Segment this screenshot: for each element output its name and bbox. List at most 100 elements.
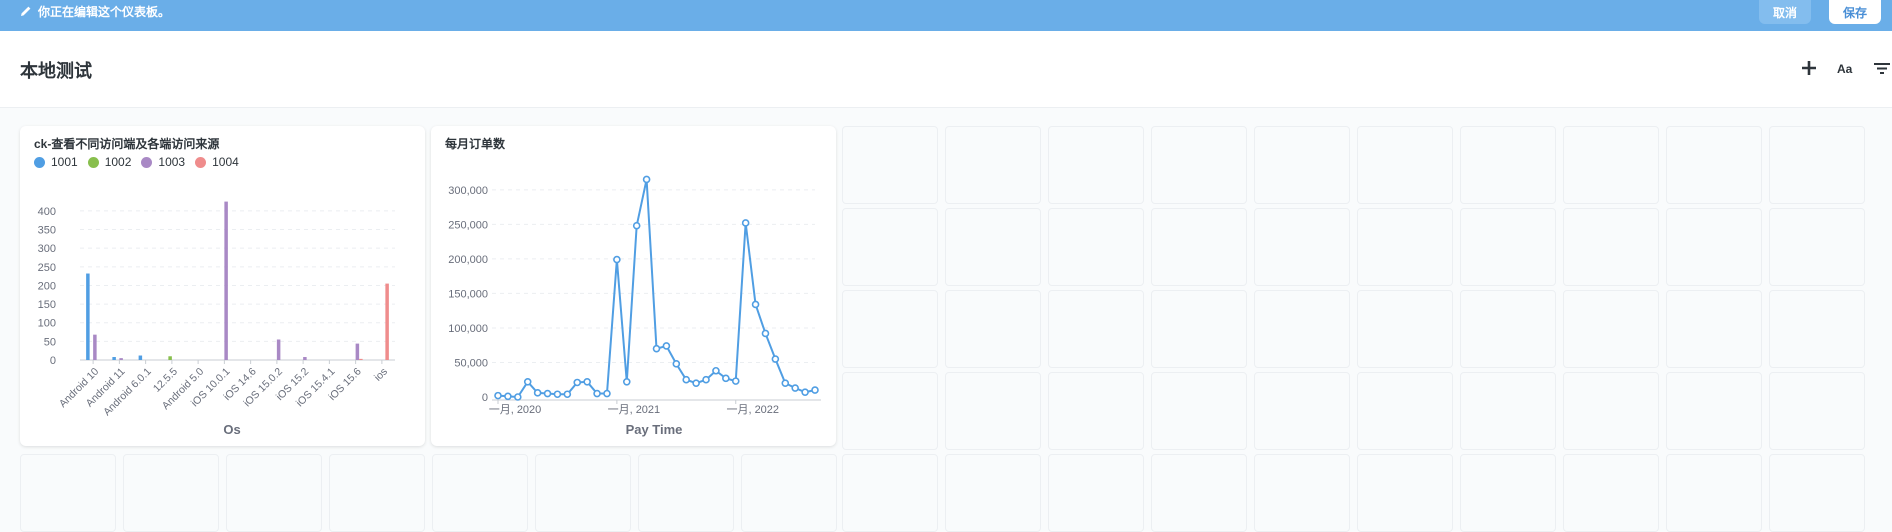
y-tick-label: 0 [50,355,56,367]
data-point [652,344,661,353]
x-axis-label: Pay Time [626,422,683,437]
grid-cell [1769,372,1865,450]
data-point [771,355,780,363]
grid-cell [1357,126,1453,204]
grid-cell [1666,126,1762,204]
data-point [543,389,552,398]
grid-cell [1460,126,1556,204]
grid-cell [1151,290,1247,368]
grid-cell [945,372,1041,450]
bar [276,339,281,360]
grid-cell [329,454,425,532]
edit-mode-text: 你正在编辑这个仪表板。 [38,4,171,19]
x-tick-label: 一月, 2022 [726,404,779,416]
grid-cell [1460,454,1556,532]
grid-cell [1357,290,1453,368]
y-tick-label: 350 [38,225,56,237]
page-title: 本地测试 [20,61,92,81]
data-point [692,379,700,387]
bar [303,357,307,360]
data-point [533,389,542,397]
plus-icon[interactable] [1801,60,1817,76]
data-point [553,390,562,399]
grid-cell [945,290,1041,368]
bar [86,273,90,360]
data-point [731,377,740,385]
x-tick-label: ios [372,366,390,384]
grid-cell [432,454,528,532]
question-card-os[interactable]: ck-查看不同访问端及各端访问来源 1001 1002 1003 1004 Os… [20,126,425,446]
grid-cell [1357,372,1453,450]
y-tick-label: 50,000 [454,357,488,369]
data-point [712,366,720,375]
grid-cell [1666,372,1762,450]
grid-cell [1769,290,1865,368]
grid-cell [1666,208,1762,286]
grid-cell [1151,126,1247,204]
y-tick-label: 300 [38,243,56,255]
y-tick-label: 250 [38,262,56,274]
grid-cell [1357,208,1453,286]
grid-cell [1151,454,1247,532]
bar [138,355,143,360]
grid-cell [1254,290,1350,368]
grid-cell [1563,290,1659,368]
y-tick-label: 250,000 [448,219,488,231]
grid-cell [20,454,116,532]
save-button[interactable]: 保存 [1829,0,1881,24]
grid-cell [1048,208,1144,286]
grid-cell [842,126,938,204]
grid-cell [535,454,631,532]
y-tick-label: 100 [38,318,56,330]
pencil-icon [21,6,31,16]
grid-cell [1769,454,1865,532]
bar [359,358,363,360]
bar [355,343,360,360]
data-point [494,391,502,400]
bar [168,356,172,360]
grid-cell [1563,454,1659,532]
grid-cell [1048,454,1144,532]
bar [93,334,97,360]
data-point [761,329,770,338]
grid-cell [842,454,938,532]
grid-cell [1254,372,1350,450]
grid-cell [1769,126,1865,204]
series-line [497,179,816,399]
data-point [603,389,611,398]
y-tick-label: 150 [38,299,56,311]
data-point [573,378,582,387]
cancel-button[interactable]: 取消 [1759,0,1811,24]
x-axis-label: Os [223,422,240,437]
grid-cell [1666,454,1762,532]
filter-icon[interactable] [1874,62,1890,75]
grid-cell [945,454,1041,532]
text-icon[interactable]: Aa [1837,62,1852,76]
grid-cell [1460,290,1556,368]
grid-cell [945,126,1041,204]
data-point [791,384,799,392]
bar [112,357,116,360]
grid-cell [1254,126,1350,204]
data-point [622,378,631,386]
data-point [593,389,601,398]
grid-cell [1460,208,1556,286]
data-point [751,300,760,309]
grid-cell [1254,208,1350,286]
question-card-monthly-orders[interactable]: 每月订单数 Pay Time 0 50,000 100,000 150,000 200,… [431,126,836,446]
grid-cell [1048,126,1144,204]
grid-cell [1357,454,1453,532]
grid-cell [226,454,322,532]
data-point [583,378,591,386]
data-point [563,390,572,399]
y-tick-label: 50 [44,336,56,348]
y-tick-label: 400 [38,206,56,218]
grid-cell [1460,372,1556,450]
data-point [811,386,819,394]
y-tick-label: 200,000 [448,254,488,266]
data-point [682,375,691,384]
data-point [523,378,532,386]
data-point [662,342,671,350]
y-tick-label: 150,000 [448,288,488,300]
grid-cell [1563,208,1659,286]
